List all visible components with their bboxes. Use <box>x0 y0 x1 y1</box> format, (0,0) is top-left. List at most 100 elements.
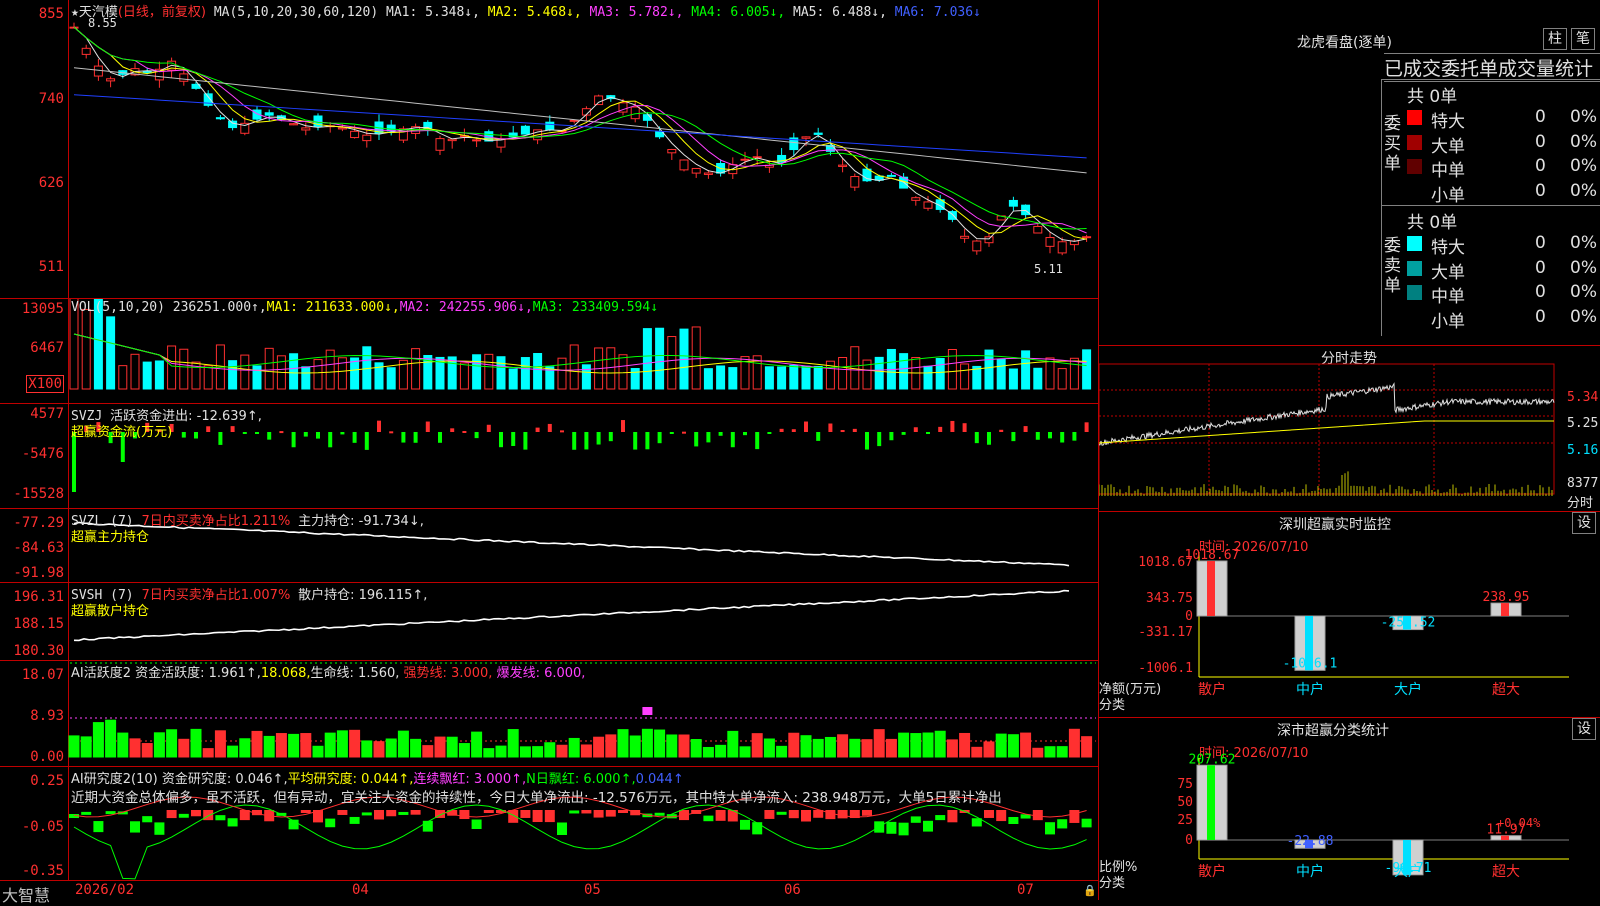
svsh-panel[interactable]: 196.31 188.15 180.30 SVSH (7) 7日内买卖净占比1.… <box>0 583 1098 661</box>
research-bar <box>398 811 409 815</box>
flow-bar <box>328 432 333 448</box>
activity-bar <box>727 730 739 758</box>
volume-bar <box>1069 357 1079 390</box>
brand-label: 大智慧 <box>2 886 51 905</box>
flow-bar <box>913 427 918 432</box>
flow-bar <box>621 420 625 432</box>
volume-panel[interactable]: 13095 6467 X100 VOL(5,10,20) 236251.000↑… <box>0 299 1098 404</box>
lock-icon[interactable]: 🔒 <box>1083 884 1097 897</box>
flow-bar <box>926 432 930 434</box>
order-type-label: 中单 <box>1431 161 1465 181</box>
dragon-title: 龙虎看盘(逐单) <box>1297 35 1392 51</box>
volume-bar <box>447 356 457 390</box>
activity-bar <box>641 728 653 758</box>
category-bar-stripe <box>1207 765 1215 840</box>
price-panel[interactable]: 855 740 626 511 ★天汽模(日线，前复权) MA(5,10,20,… <box>0 0 1098 299</box>
flow-bar <box>877 432 882 447</box>
svzl-sublabel: 超赢主力持仓 <box>71 530 150 545</box>
order-type-label: 特大 <box>1431 112 1465 132</box>
color-swatch <box>1407 309 1422 325</box>
svzj-panel[interactable]: 4577 -5476 -15528 SVZJ 活跃资金进出: -12.639↑,… <box>0 404 1098 509</box>
candle-body <box>435 138 445 151</box>
volume-bar <box>81 308 91 390</box>
bar-value-label: -251.52 <box>1381 616 1436 631</box>
category-label: 中户 <box>1296 863 1324 880</box>
volume-bar <box>716 365 726 390</box>
svzl-panel[interactable]: -77.29 -84.63 -91.98 SVZL (7) 7日内买卖净占比1.… <box>0 509 1098 583</box>
color-swatch <box>1407 159 1422 174</box>
research-bar <box>361 812 372 816</box>
order-percent: 0% <box>1570 306 1597 327</box>
volume-bar <box>520 357 530 390</box>
intraday-panel[interactable]: 分时走势 5.34 5.25 5.16 8377 分时 <box>1099 346 1600 512</box>
ai-research-panel[interactable]: 0.25 -0.05 -0.35 AI研究度2(10) 资金研究度: 0.046… <box>0 767 1098 880</box>
volume-bar <box>179 348 189 390</box>
candle-body <box>545 121 555 131</box>
activity-bar <box>263 735 275 758</box>
flow-bar <box>279 431 284 434</box>
tick-view-button[interactable]: 笔 <box>1571 28 1595 50</box>
y-tick-label: 75 <box>1177 777 1193 792</box>
activity-bar <box>178 738 190 758</box>
activity-bar <box>690 739 702 758</box>
bar-value-label: 207.62 <box>1189 752 1236 767</box>
x-axis-label: 05 <box>584 882 601 898</box>
research-bar <box>422 820 433 832</box>
candle-body <box>1033 225 1043 234</box>
activity-bar <box>910 733 922 758</box>
activity-bar <box>568 737 580 758</box>
research-bar <box>837 810 848 819</box>
color-swatch <box>1407 260 1422 276</box>
activity-bar <box>166 729 178 758</box>
research-bar <box>215 815 226 821</box>
activity-bar <box>471 731 483 758</box>
research-bar <box>154 822 165 835</box>
flow-bar <box>194 432 198 439</box>
y-tick-label: -331.17 <box>1138 625 1193 640</box>
category-label: 中户 <box>1296 681 1324 698</box>
buy-side-label: 委买单 <box>1384 114 1401 174</box>
volume-bar <box>1033 367 1043 390</box>
flow-bar <box>718 432 723 436</box>
color-swatch <box>1407 110 1422 125</box>
sz-class-chart: 7550250207.62散户-22.88中户 -96.71大户11.97超大 <box>1177 752 1569 880</box>
activity-bar <box>336 730 348 758</box>
candle-body <box>301 127 311 131</box>
research-bar <box>1081 818 1092 828</box>
volume-bar <box>996 358 1006 390</box>
volume-bar <box>1045 357 1055 390</box>
candle-body <box>289 123 299 126</box>
ai-activity-panel[interactable]: 18.07 8.93 0.00 AI活跃度2 资金活跃度: 1.961↑,18.… <box>0 661 1098 767</box>
volume-bar <box>350 357 360 390</box>
research-bar <box>947 810 958 823</box>
research-bar <box>130 821 140 833</box>
column-view-button[interactable]: 柱 <box>1543 28 1567 50</box>
volume-bar <box>1057 368 1067 390</box>
research-bar <box>996 810 1007 822</box>
order-percent: 0% <box>1570 156 1597 176</box>
flow-bar <box>865 432 869 450</box>
flow-bar <box>352 432 357 443</box>
flow-bar <box>401 432 406 443</box>
buy-orders-box: 委买单 共 0单 特大 0 0% 大单 0 0% 中单 0 0% 小单 0 0% <box>1381 79 1600 206</box>
activity-bar <box>251 730 263 758</box>
volume-bar <box>899 353 909 390</box>
volume-bar <box>642 328 652 390</box>
research-bar <box>654 812 665 816</box>
flow-bar <box>987 432 991 445</box>
research-bar <box>532 810 543 823</box>
research-bar <box>227 818 238 827</box>
flow-bar <box>364 432 369 450</box>
bar-value-label: 1018.67 <box>1185 548 1240 563</box>
activity-bar <box>617 729 629 758</box>
bar-value-label: -22.88 <box>1287 834 1334 849</box>
ai-research-note: 近期大资金总体偏多，虽不活跃，但有异动，宜关注大资金的持续性，今日大单净流出: … <box>71 790 1002 806</box>
flow-bar <box>657 432 662 444</box>
research-bar <box>410 810 421 815</box>
candle-body <box>838 164 848 167</box>
stats-tabs[interactable]: 已成交委托单成交量统计 <box>1384 53 1600 82</box>
x-axis-label: 07 <box>1017 882 1034 898</box>
sz-monitor-panel[interactable]: 深圳超赢实时监控 设 时间: 2026/07/10 1018.67 343.75 0… <box>1099 512 1600 718</box>
sz-class-panel[interactable]: 深市超赢分类统计 设 时间: 2026/07/10 75 50 25 0 207.62 散… <box>1099 718 1600 900</box>
volume-bar <box>569 344 579 390</box>
